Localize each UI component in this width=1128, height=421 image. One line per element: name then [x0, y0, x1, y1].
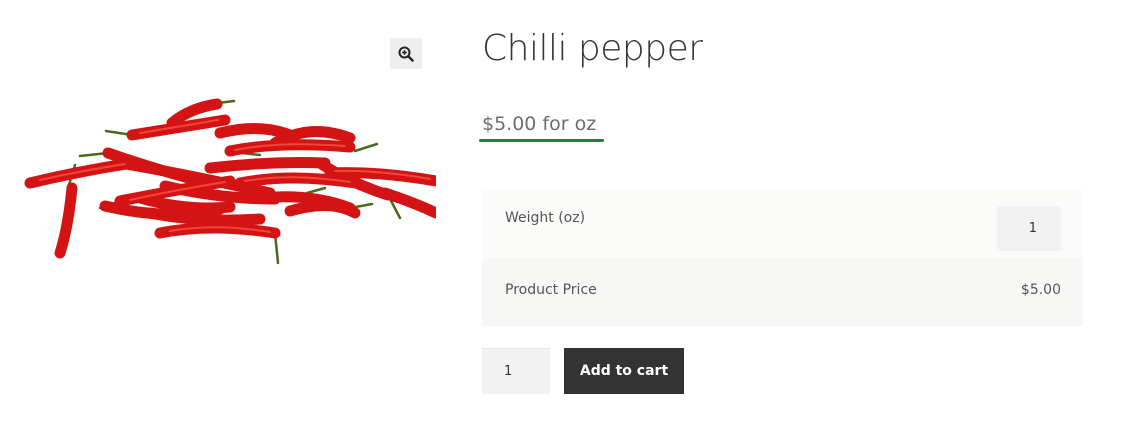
zoom-in-icon: [398, 46, 414, 62]
product-price-label: Product Price: [505, 282, 597, 298]
addon-row-product-price: Product Price $5.00: [482, 258, 1083, 326]
weight-input[interactable]: [997, 206, 1061, 251]
product-title: Chilli pepper: [482, 28, 703, 69]
addon-row-weight: Weight (oz): [482, 190, 1083, 258]
add-to-cart-button[interactable]: Add to cart: [564, 348, 684, 394]
product-price: $5.00 for oz: [482, 113, 597, 135]
product-price-value: $5.00: [1020, 282, 1061, 298]
addon-table: Weight (oz) Product Price $5.00: [482, 190, 1083, 326]
quantity-input[interactable]: [482, 348, 550, 394]
chilli-peppers-image: [20, 23, 436, 279]
weight-label: Weight (oz): [505, 210, 586, 226]
price-underline: [479, 139, 604, 142]
product-image[interactable]: [20, 23, 436, 279]
zoom-button[interactable]: [390, 38, 422, 69]
product-page: Chilli pepper $5.00 for oz Weight (oz) P…: [0, 0, 1128, 421]
